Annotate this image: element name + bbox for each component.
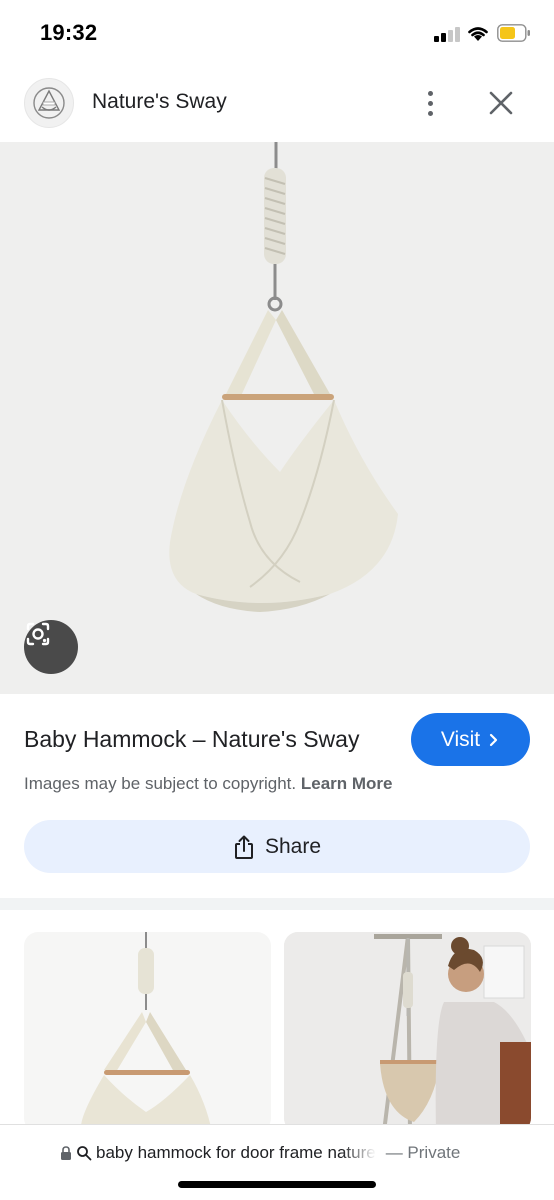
cellular-signal-icon <box>434 26 460 42</box>
natures-sway-logo[interactable] <box>24 78 74 128</box>
section-divider <box>0 898 554 910</box>
search-icon <box>77 1146 92 1161</box>
url-bar[interactable]: baby hammock for door frame nature — Pri… <box>0 1124 554 1200</box>
copyright-text: Images may be subject to copyright. <box>24 774 297 793</box>
related-image-2[interactable] <box>284 932 531 1132</box>
wifi-icon <box>468 27 488 41</box>
share-icon <box>234 835 253 859</box>
header: Nature's Sway <box>0 66 554 142</box>
lock-icon <box>61 1146 71 1160</box>
baby-hammock-thumbnail <box>80 932 212 1132</box>
battery-icon <box>497 24 530 42</box>
url-query: baby hammock for door frame nature <box>96 1143 376 1162</box>
site-name[interactable]: Nature's Sway <box>92 90 227 114</box>
result-info: Baby Hammock – Nature's Sway Visit Image… <box>0 694 554 898</box>
status-time: 19:32 <box>40 20 98 45</box>
hero-image[interactable] <box>0 142 554 694</box>
learn-more-link[interactable]: Learn More <box>301 774 393 793</box>
visit-button[interactable]: Visit <box>411 713 530 766</box>
chevron-right-icon <box>490 733 498 746</box>
logo-mark-icon <box>33 87 65 119</box>
related-image-1[interactable] <box>24 932 271 1132</box>
url-text[interactable]: baby hammock for door frame nature — Pri… <box>60 1143 460 1163</box>
more-vertical-icon[interactable] <box>414 86 446 120</box>
visit-label: Visit <box>440 727 481 751</box>
copyright-notice: Images may be subject to copyright. Lear… <box>24 774 393 794</box>
woman-with-hammock-stand-thumbnail <box>284 932 531 1132</box>
share-label: Share <box>264 834 322 858</box>
close-icon[interactable] <box>484 86 518 120</box>
home-indicator[interactable] <box>178 1181 376 1188</box>
private-label: — Private <box>385 1143 461 1162</box>
share-button[interactable]: Share <box>24 820 530 873</box>
lens-glyph-icon <box>26 622 50 646</box>
google-lens-icon[interactable] <box>24 620 78 674</box>
status-bar: 19:32 <box>0 0 554 66</box>
baby-hammock-photo <box>169 142 398 612</box>
result-title[interactable]: Baby Hammock – Nature's Sway <box>24 726 359 753</box>
